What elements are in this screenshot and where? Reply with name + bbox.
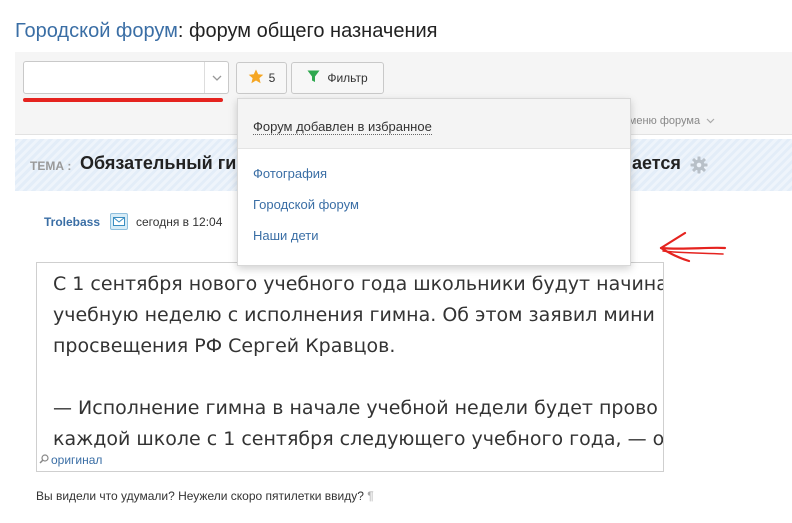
post-comment: Вы видели что удумали? Неужели скоро пят…	[36, 489, 374, 503]
post-date: сегодня в 12:04	[136, 215, 223, 229]
favorites-button[interactable]: 5	[236, 62, 287, 94]
page-title: Городской форум: форум общего назначения	[15, 20, 438, 43]
quote-line: каждой школе с 1 сентября следующего уче…	[53, 428, 664, 450]
pilcrow-icon[interactable]: ¶	[367, 489, 373, 503]
dropdown-header: Форум добавлен в избранное	[238, 99, 630, 149]
favorites-dropdown: Форум добавлен в избранное Фотография Го…	[237, 98, 631, 266]
quote-line: учебную неделю с исполнения гимна. Об эт…	[53, 304, 655, 326]
favorites-count: 5	[268, 71, 276, 85]
forum-select[interactable]	[23, 61, 229, 94]
star-icon	[248, 69, 264, 87]
topic-title: Обязательный ги	[80, 153, 237, 173]
forum-menu-label: ь меню форума	[620, 115, 701, 127]
quote-card: С 1 сентября нового учебного года школьн…	[36, 262, 664, 472]
filter-icon	[307, 70, 320, 86]
dropdown-header-text[interactable]: Форум добавлен в избранное	[253, 119, 432, 135]
gear-icon[interactable]	[690, 156, 708, 179]
filter-button[interactable]: Фильтр	[291, 62, 384, 94]
topic-title-tail: ается	[632, 153, 681, 173]
quote-source-label: оригинал	[51, 453, 103, 467]
forum-menu-link[interactable]: ь меню форума	[620, 115, 715, 127]
comment-text: Вы видели что удумали? Неужели скоро пят…	[36, 489, 364, 503]
post-author[interactable]: Trolebass	[44, 215, 100, 229]
quote-line: просвещения РФ Сергей Кравцов.	[53, 335, 396, 357]
favorite-item-our-kids[interactable]: Наши дети	[238, 227, 630, 258]
forum-link[interactable]: Городской форум	[15, 20, 178, 42]
red-arrow-annotation	[655, 225, 729, 272]
red-underline-annotation	[23, 98, 223, 102]
quote-source-link[interactable]: оригинал	[39, 453, 102, 467]
favorite-item-photo[interactable]: Фотография	[238, 165, 630, 196]
filter-label: Фильтр	[327, 71, 368, 85]
mail-icon[interactable]	[110, 213, 128, 230]
magnifier-icon	[39, 453, 49, 467]
quote-line: С 1 сентября нового учебного года школьн…	[53, 273, 664, 295]
quote-line: — Исполнение гимна в начале учебной неде…	[53, 397, 658, 419]
favorite-item-city-forum[interactable]: Городской форум	[238, 196, 630, 227]
quote-text: С 1 сентября нового учебного года школьн…	[53, 269, 664, 455]
topic-label: ТЕМА :	[30, 159, 72, 173]
chevron-down-icon[interactable]	[204, 62, 228, 93]
chevron-down-icon	[706, 115, 715, 127]
page-subtitle: : форум общего назначения	[177, 20, 438, 42]
